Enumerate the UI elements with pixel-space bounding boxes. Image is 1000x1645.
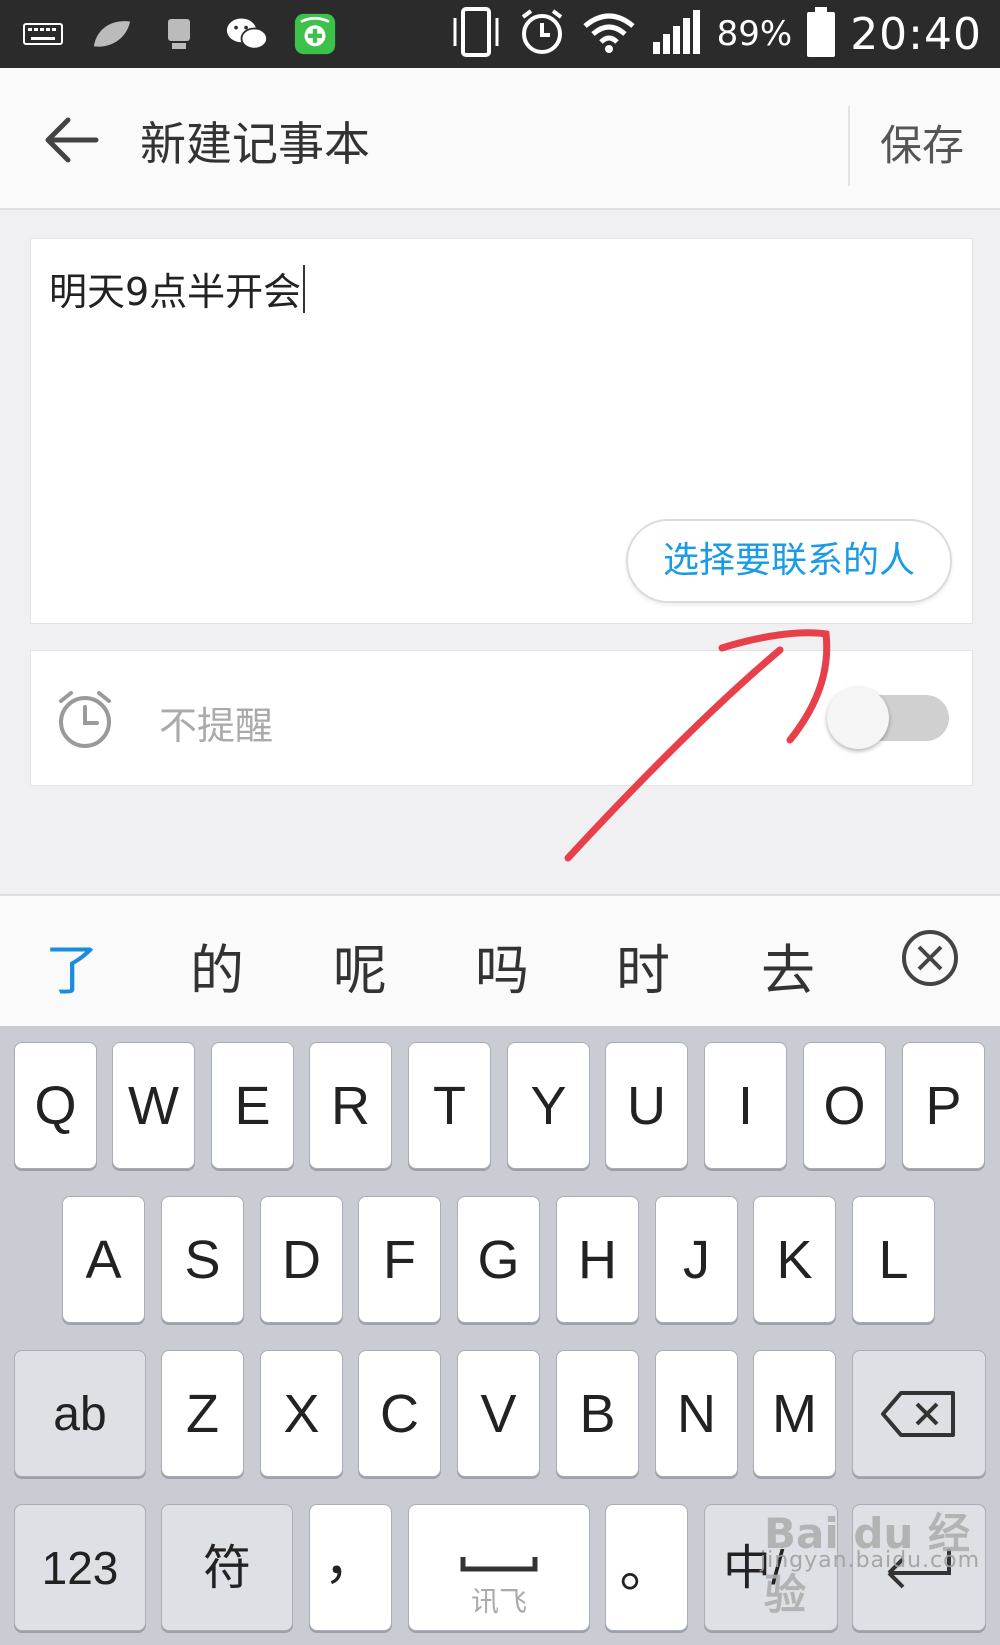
key-n[interactable]: N xyxy=(655,1350,738,1477)
key-q[interactable]: Q xyxy=(14,1042,97,1169)
key-x[interactable]: X xyxy=(260,1350,343,1477)
watermark-url: jingyan.baidu.com xyxy=(760,1548,981,1573)
key-ab[interactable]: ab xyxy=(14,1350,146,1477)
reminder-toggle[interactable] xyxy=(827,687,949,749)
candidate-item[interactable]: 时 xyxy=(598,926,688,1005)
alarm-clock-icon xyxy=(53,687,117,751)
page-title: 新建记事本 xyxy=(140,117,370,171)
toggle-knob xyxy=(827,687,889,749)
backspace-icon xyxy=(881,1391,955,1437)
battery-icon xyxy=(806,6,836,62)
back-button[interactable] xyxy=(40,108,104,172)
candidate-item[interactable]: 吗 xyxy=(457,926,547,1005)
key-u[interactable]: U xyxy=(605,1042,688,1169)
key-t[interactable]: T xyxy=(408,1042,491,1169)
save-button[interactable]: 保存 xyxy=(880,112,964,173)
key-e[interactable]: E xyxy=(211,1042,294,1169)
key-s[interactable]: S xyxy=(161,1196,244,1323)
key-z[interactable]: Z xyxy=(161,1350,244,1477)
wechat-icon xyxy=(226,17,268,51)
clock: 20:40 xyxy=(850,8,982,60)
space-sublabel: 讯飞 xyxy=(470,1586,527,1617)
battery-percent: 89% xyxy=(716,14,793,54)
key-d[interactable]: D xyxy=(260,1196,343,1323)
key-symbols[interactable]: 符 xyxy=(161,1504,293,1631)
key-f[interactable]: F xyxy=(358,1196,441,1323)
vibrate-icon xyxy=(449,6,503,62)
key-k[interactable]: K xyxy=(753,1196,836,1323)
reminder-label: 不提醒 xyxy=(159,704,274,748)
signal-icon xyxy=(651,8,703,60)
reminder-row[interactable]: 不提醒 xyxy=(30,650,973,786)
key-p[interactable]: P xyxy=(902,1042,985,1169)
key-comma[interactable]: ， xyxy=(309,1504,392,1631)
key-o[interactable]: O xyxy=(803,1042,886,1169)
security-app-icon xyxy=(294,13,336,55)
circle-x-icon xyxy=(902,930,958,986)
candidate-item[interactable]: 了 xyxy=(27,926,117,1005)
key-i[interactable]: I xyxy=(704,1042,787,1169)
note-text-input[interactable]: 明天9点半开会 xyxy=(49,261,305,316)
key-g[interactable]: G xyxy=(457,1196,540,1323)
key-r[interactable]: R xyxy=(309,1042,392,1169)
key-m[interactable]: M xyxy=(753,1350,836,1477)
candidate-item[interactable]: 的 xyxy=(172,926,262,1005)
key-h[interactable]: H xyxy=(556,1196,639,1323)
app-bar: 新建记事本 保存 xyxy=(0,68,1000,210)
key-l[interactable]: L xyxy=(852,1196,935,1323)
device-icon xyxy=(158,17,200,51)
key-123[interactable]: 123 xyxy=(14,1504,146,1631)
wifi-icon xyxy=(581,10,637,58)
key-y[interactable]: Y xyxy=(507,1042,590,1169)
keyboard-icon xyxy=(22,17,64,51)
alarm-icon xyxy=(517,7,567,61)
choose-contact-button[interactable]: 选择要联系的人 xyxy=(626,519,952,603)
key-w[interactable]: W xyxy=(112,1042,195,1169)
leaf-icon xyxy=(90,17,132,51)
candidate-item[interactable]: 呢 xyxy=(315,926,405,1005)
key-j[interactable]: J xyxy=(655,1196,738,1323)
status-bar: 89% 20:40 xyxy=(0,0,1000,68)
candidate-item[interactable]: 去 xyxy=(743,926,833,1005)
candidate-close-button[interactable] xyxy=(900,928,960,988)
key-b[interactable]: B xyxy=(556,1350,639,1477)
toolbar-divider xyxy=(848,106,850,186)
ime-candidate-bar: 了 的 呢 吗 时 去 xyxy=(0,894,1000,1028)
arrow-left-icon xyxy=(45,117,99,163)
key-a[interactable]: A xyxy=(62,1196,145,1323)
key-v[interactable]: V xyxy=(457,1350,540,1477)
key-c[interactable]: C xyxy=(358,1350,441,1477)
note-editor[interactable]: 明天9点半开会 选择要联系的人 xyxy=(30,238,973,624)
key-period[interactable]: 。 xyxy=(605,1504,688,1631)
space-key[interactable]: 讯飞 xyxy=(408,1504,590,1631)
space-bar-icon xyxy=(460,1557,538,1572)
backspace-key[interactable] xyxy=(852,1350,986,1477)
